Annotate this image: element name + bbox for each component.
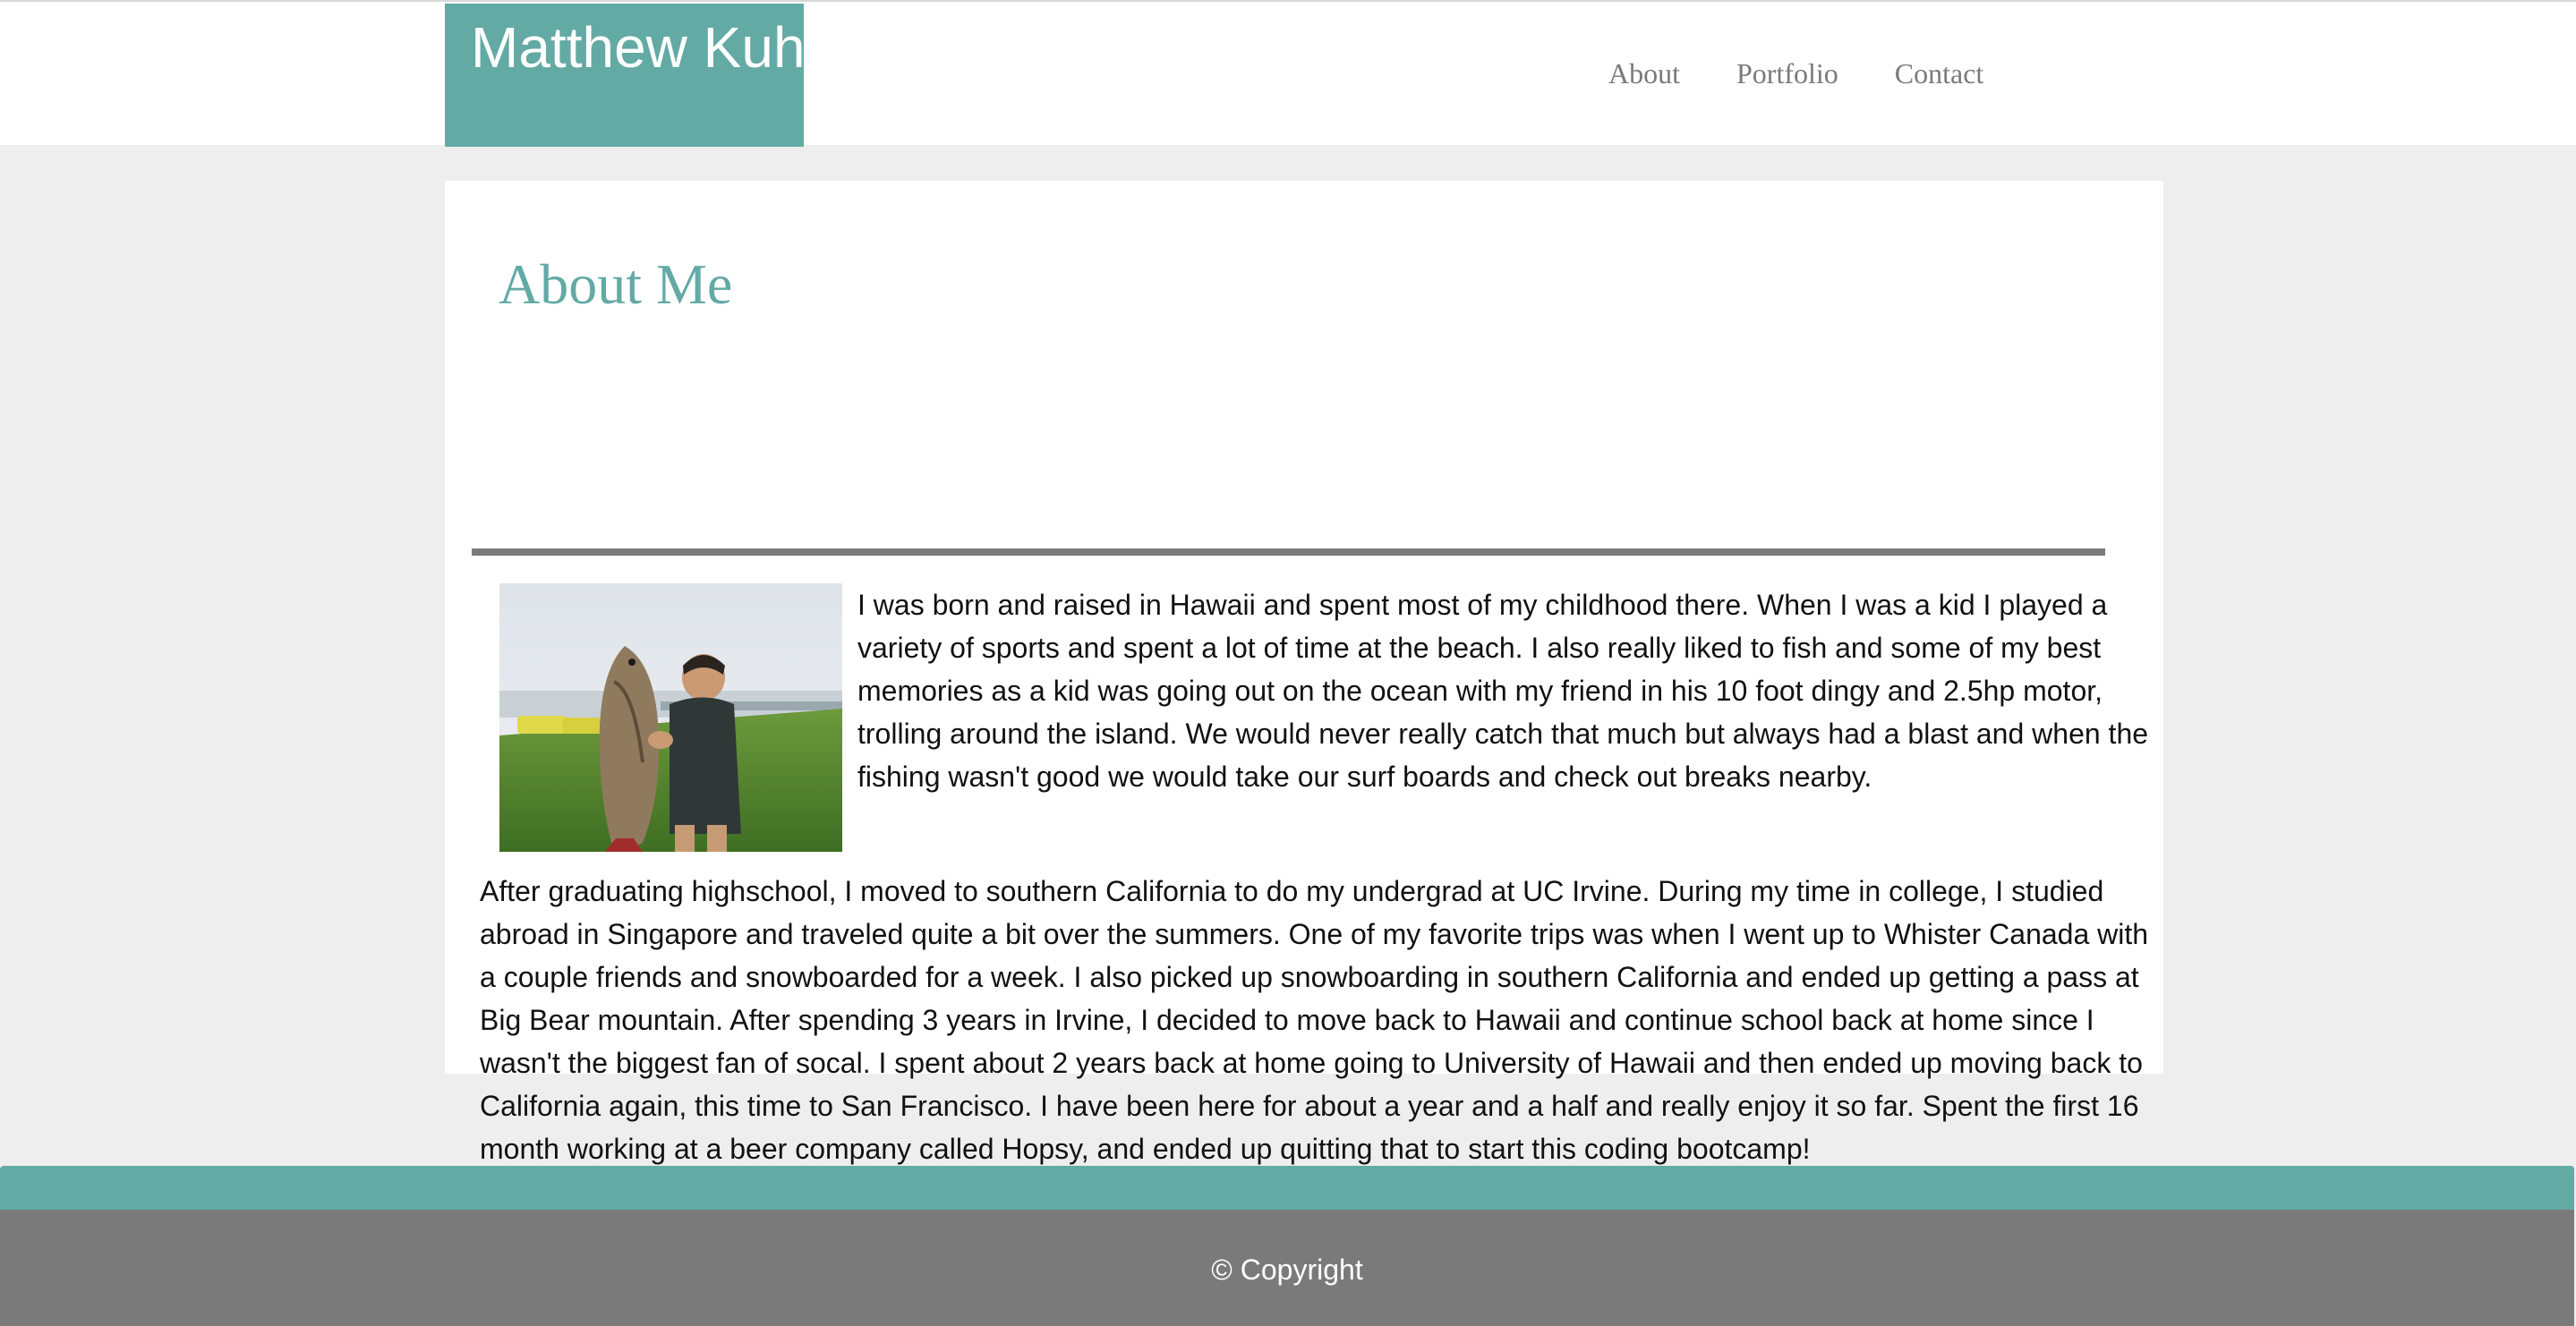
- about-card: About Me I was born and raised in Hawaii…: [445, 181, 2163, 1165]
- nav-link-contact[interactable]: Contact: [1895, 55, 1984, 91]
- site-title[interactable]: Matthew Kuh: [471, 14, 806, 81]
- brand-block[interactable]: Matthew Kuh: [445, 4, 806, 147]
- profile-photo: [499, 583, 842, 852]
- main-nav: About Portfolio Contact: [1608, 55, 2040, 91]
- site-footer: © Copyright: [0, 1210, 2574, 1326]
- about-paragraph-1: I was born and raised in Hawaii and spen…: [857, 589, 2149, 793]
- about-paragraph-2: After graduating highschool, I moved to …: [480, 875, 2149, 1165]
- nav-link-about[interactable]: About: [1608, 55, 1680, 91]
- copyright-text: © Copyright: [1211, 1254, 1363, 1286]
- site-header: Matthew Kuh About Portfolio Contact: [0, 0, 2576, 147]
- nav-link-portfolio[interactable]: Portfolio: [1736, 55, 1838, 91]
- title-divider: [472, 548, 2105, 556]
- page-title: About Me: [499, 252, 733, 316]
- footer-accent-band: [0, 1166, 2574, 1211]
- page: Matthew Kuh About Portfolio Contact Abou…: [0, 0, 2576, 1326]
